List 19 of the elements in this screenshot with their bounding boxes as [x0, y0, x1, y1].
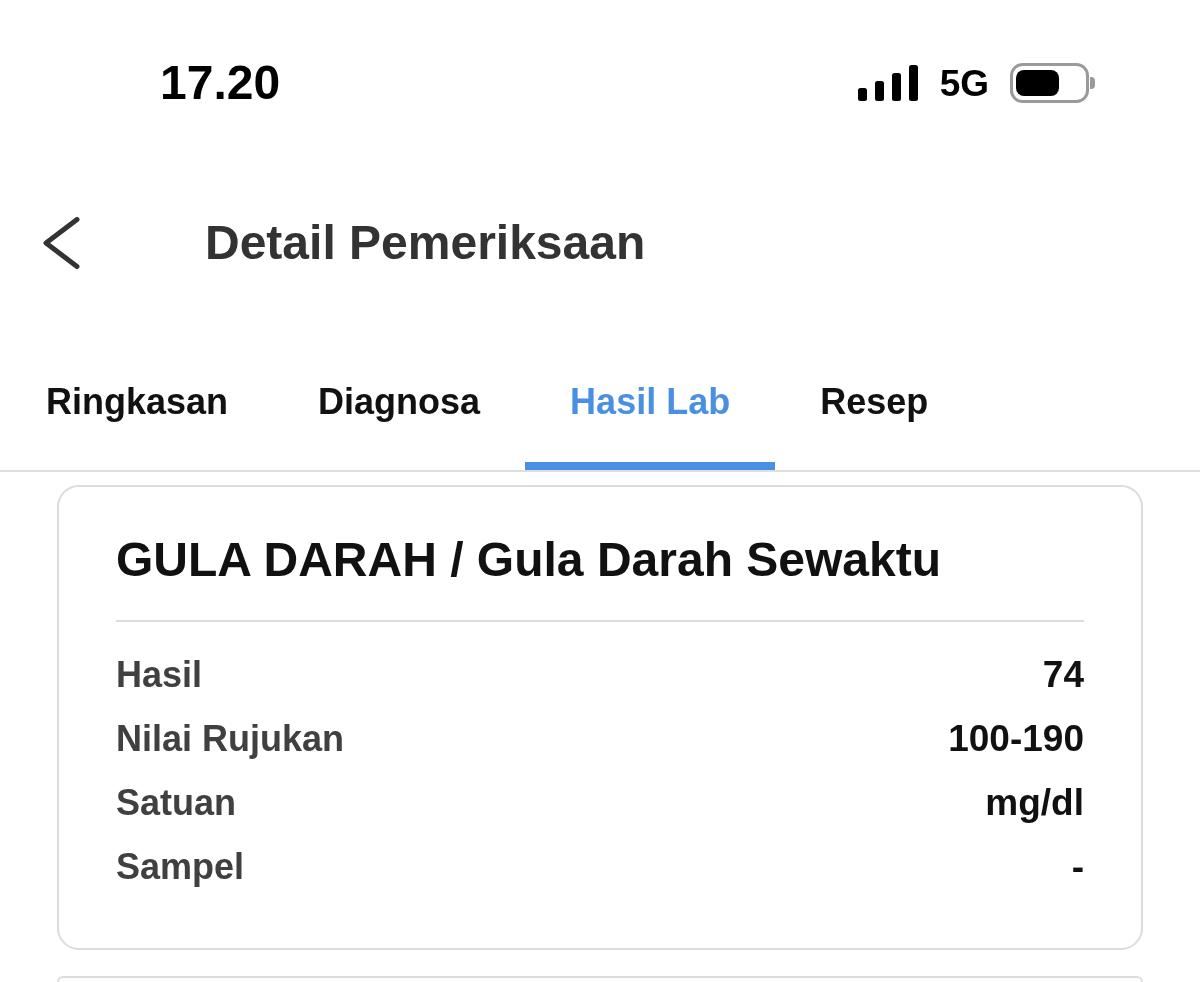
- network-label: 5G: [939, 64, 989, 102]
- result-value: 100-190: [948, 718, 1084, 760]
- signal-bars-icon: [857, 65, 918, 101]
- back-button[interactable]: [42, 217, 80, 269]
- result-label: Sampel: [116, 846, 245, 888]
- page-title: Detail Pemeriksaan: [205, 215, 646, 272]
- result-value: mg/dl: [985, 782, 1084, 824]
- tab[interactable]: Resep: [775, 320, 974, 470]
- battery-icon: [1010, 63, 1095, 103]
- result-value: -: [1071, 846, 1084, 888]
- chevron-icon: [42, 217, 80, 269]
- result-label: Nilai Rujukan: [116, 718, 345, 760]
- clock-time: 17.20: [160, 59, 281, 107]
- result-label: Hasil: [116, 654, 203, 696]
- test-title: GULA DARAH / Gula Darah Sewaktu: [116, 534, 943, 586]
- result-label: Satuan: [116, 782, 237, 824]
- result-value: 74: [1042, 654, 1084, 696]
- tab[interactable]: Diagnosa: [273, 320, 526, 470]
- tab[interactable]: Ringkasan: [1, 320, 274, 470]
